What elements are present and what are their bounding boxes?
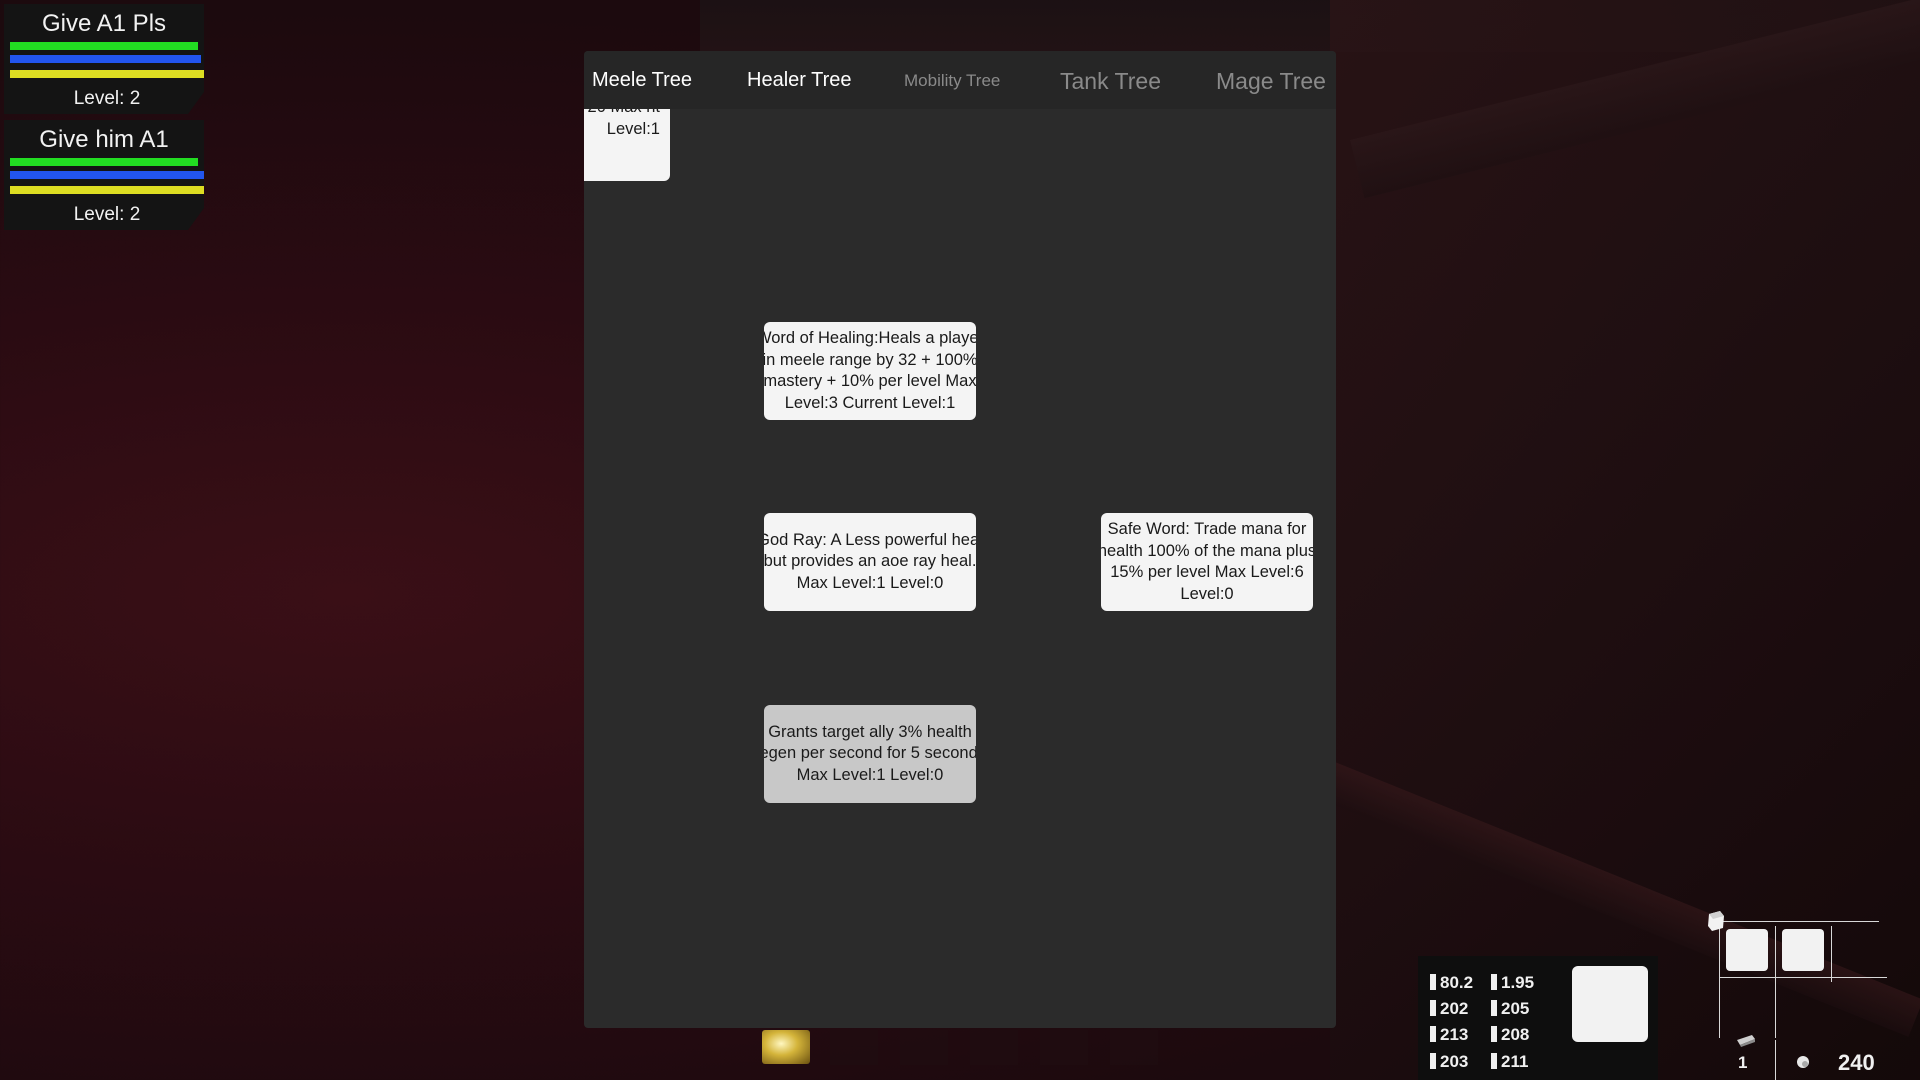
stat-value: 213 xyxy=(1430,1025,1468,1045)
skill-node-partial[interactable]: % faster x mana 20 Max nt Level:1 xyxy=(584,109,670,181)
stat-value: 208 xyxy=(1491,1025,1529,1045)
coin-icon xyxy=(1796,1055,1810,1069)
health-bar xyxy=(10,158,202,166)
hotbar-slot[interactable] xyxy=(830,1030,878,1065)
stat-value: 211 xyxy=(1491,1052,1528,1072)
skill-tree-tabs: Meele Tree Healer Tree Mobility Tree Tan… xyxy=(584,51,1336,109)
grid-line xyxy=(1719,977,1887,978)
party-member-level: Level: 2 xyxy=(73,204,141,225)
skill-node-text: Word of Healing:Heals a player in meele … xyxy=(764,329,976,412)
grid-line xyxy=(1775,926,1776,1038)
tab-mage-tree[interactable]: Mage Tree xyxy=(1216,68,1326,95)
currency-count: 240 xyxy=(1838,1050,1875,1075)
hotbar-slot[interactable] xyxy=(1110,1030,1158,1065)
skill-node-text: % faster x mana 20 Max nt Level:1 xyxy=(584,109,660,138)
skill-tree-window: Meele Tree Healer Tree Mobility Tree Tan… xyxy=(584,51,1336,1028)
skill-node-grants-regen[interactable]: Grants target ally 3% health regen per s… xyxy=(764,705,976,803)
stamina-bar xyxy=(10,70,204,78)
stat-value: 1.95 xyxy=(1491,973,1534,993)
hotbar-slot[interactable] xyxy=(970,1030,1018,1065)
cube-icon xyxy=(1706,910,1726,932)
bag-icon xyxy=(1736,1034,1756,1048)
inventory-slot[interactable] xyxy=(1726,929,1768,971)
grid-line xyxy=(1719,926,1720,1038)
party-member-level: Level: 2 xyxy=(73,88,141,109)
grid-line xyxy=(1775,1040,1776,1080)
hotbar-slot[interactable] xyxy=(1040,1030,1088,1065)
stamina-bar xyxy=(10,186,204,194)
stat-value: 205 xyxy=(1491,999,1529,1019)
inventory-slot[interactable] xyxy=(1782,929,1824,971)
mana-bar xyxy=(10,171,204,179)
skill-node-text: God Ray: A Less powerful heal but provid… xyxy=(764,530,976,592)
stat-value: 202 xyxy=(1430,999,1468,1019)
mana-bar xyxy=(10,55,204,63)
skill-node-word-of-healing[interactable]: Word of Healing:Heals a player in meele … xyxy=(764,322,976,420)
tab-mobility-tree[interactable]: Mobility Tree xyxy=(904,71,1000,91)
grid-line xyxy=(1831,926,1832,982)
health-bar xyxy=(10,42,202,50)
stat-value: 80.2 xyxy=(1430,973,1473,993)
party-member-name: Give him A1 xyxy=(39,126,169,153)
equipped-item-slot[interactable] xyxy=(1572,966,1648,1042)
tab-tank-tree[interactable]: Tank Tree xyxy=(1060,68,1161,95)
skill-node-text: Safe Word: Trade mana for health 100% of… xyxy=(1101,520,1313,603)
skill-node-safe-word[interactable]: Safe Word: Trade mana for health 100% of… xyxy=(1101,513,1313,611)
hotbar-slot[interactable] xyxy=(900,1030,948,1065)
stat-value: 203 xyxy=(1430,1052,1468,1072)
party-frame-1[interactable]: Give A1 Pls Level: 2 xyxy=(4,4,204,114)
party-member-name: Give A1 Pls xyxy=(41,10,167,37)
tab-meele-tree[interactable]: Meele Tree xyxy=(592,69,692,92)
party-frame-2[interactable]: Give him A1 Level: 2 xyxy=(4,120,204,230)
grid-line xyxy=(1719,921,1879,922)
tab-healer-tree[interactable]: Healer Tree xyxy=(747,69,852,92)
potion-item[interactable] xyxy=(762,1030,810,1064)
skill-tree-canvas[interactable]: % faster x mana 20 Max nt Level:1 Word o… xyxy=(584,109,1336,1028)
skill-node-text: Grants target ally 3% health regen per s… xyxy=(764,722,976,784)
skill-node-god-ray[interactable]: God Ray: A Less powerful heal but provid… xyxy=(764,513,976,611)
item-count-left: 1 xyxy=(1738,1053,1748,1072)
